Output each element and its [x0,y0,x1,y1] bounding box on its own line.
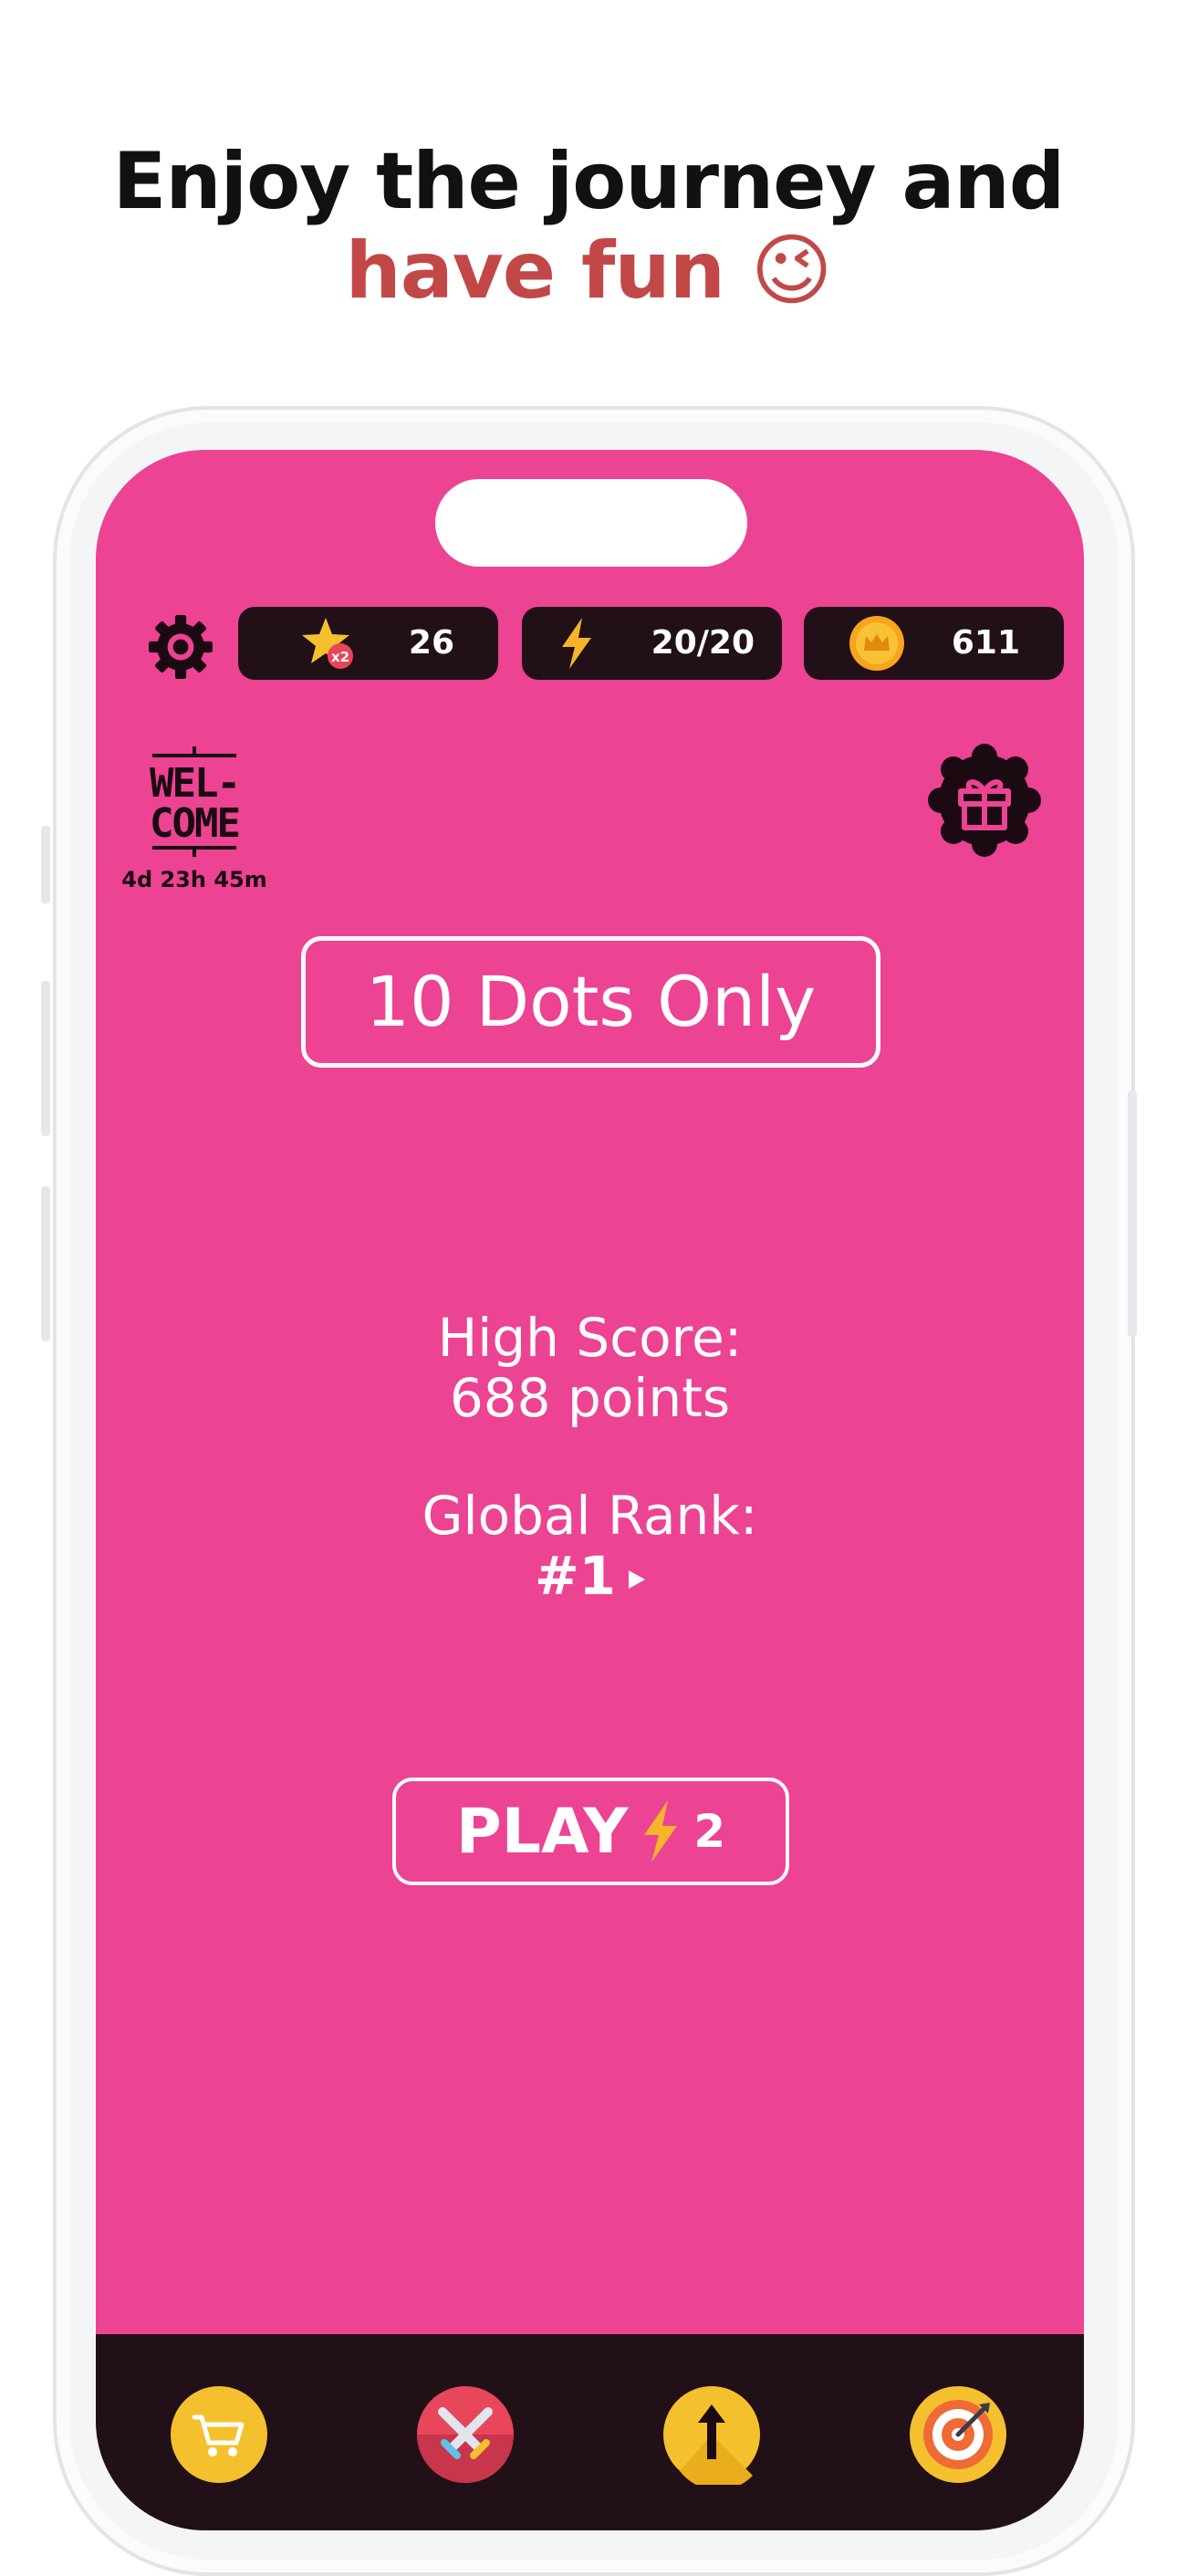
wink-emoji: 😉 [750,225,833,317]
game-mode-title: 10 Dots Only [301,936,880,1068]
rank-arrow-icon[interactable] [628,1570,645,1589]
coins-counter[interactable]: 611 [804,607,1064,680]
energy-value: 20/20 [651,624,755,662]
global-rank-row[interactable]: #1 [96,1546,1084,1606]
global-rank-label: Global Rank: [422,1485,758,1547]
phone-volume-up [41,981,50,1136]
target-icon[interactable] [908,2384,1008,2485]
headline-line-2: have fun 😉 [0,226,1177,316]
gift-icon[interactable] [928,744,1041,857]
high-score-label: High Score: [437,1307,743,1369]
welcome-sign-line-1: WEL- [150,760,241,807]
welcome-event[interactable]: WEL- COME 4d 23h 45m [121,746,267,892]
headline-accent-text: have fun [345,225,724,317]
star-x2-icon: x2 [302,618,353,669]
dynamic-island [435,479,747,567]
lightning-icon [562,618,591,669]
promo-headline: Enjoy the journey and have fun 😉 [0,137,1177,316]
high-score-value: 688 points [449,1367,731,1429]
stars-value: 26 [408,624,454,662]
welcome-timer: 4d 23h 45m [121,867,267,892]
stars-counter[interactable]: x2 26 [238,607,498,680]
high-score-block: High Score: 688 points [96,1308,1084,1428]
energy-counter[interactable]: 20/20 [522,607,782,680]
battle-swords-icon[interactable] [415,2384,516,2485]
global-rank-block[interactable]: Global Rank: #1 [96,1486,1084,1606]
phone-volume-down [41,1186,50,1341]
global-rank-value: #1 [535,1545,616,1607]
phone-mute-switch [41,826,50,903]
bottom-navigation [96,2334,1084,2530]
upgrade-arrow-icon[interactable] [661,2384,762,2485]
welcome-sign-bottom [152,846,236,857]
stars-multiplier: x2 [331,649,349,665]
play-button[interactable]: PLAY 2 [392,1778,789,1885]
headline-line-1: Enjoy the journey and [112,136,1066,227]
play-label: PLAY [455,1795,629,1868]
welcome-sign-line-2: COME [150,800,241,847]
settings-gear-icon[interactable] [146,612,215,682]
lightning-icon [644,1800,678,1862]
play-energy-cost: 2 [693,1805,726,1858]
phone-power-button [1128,1090,1137,1337]
game-screen: x2 26 20/20 611 WEL- COME 4d 23h 45m 10 … [96,450,1084,2530]
welcome-sign-top [152,746,236,757]
shop-cart-icon[interactable] [169,2384,269,2485]
coins-value: 611 [951,624,1020,662]
crown-coin-icon [849,616,904,671]
